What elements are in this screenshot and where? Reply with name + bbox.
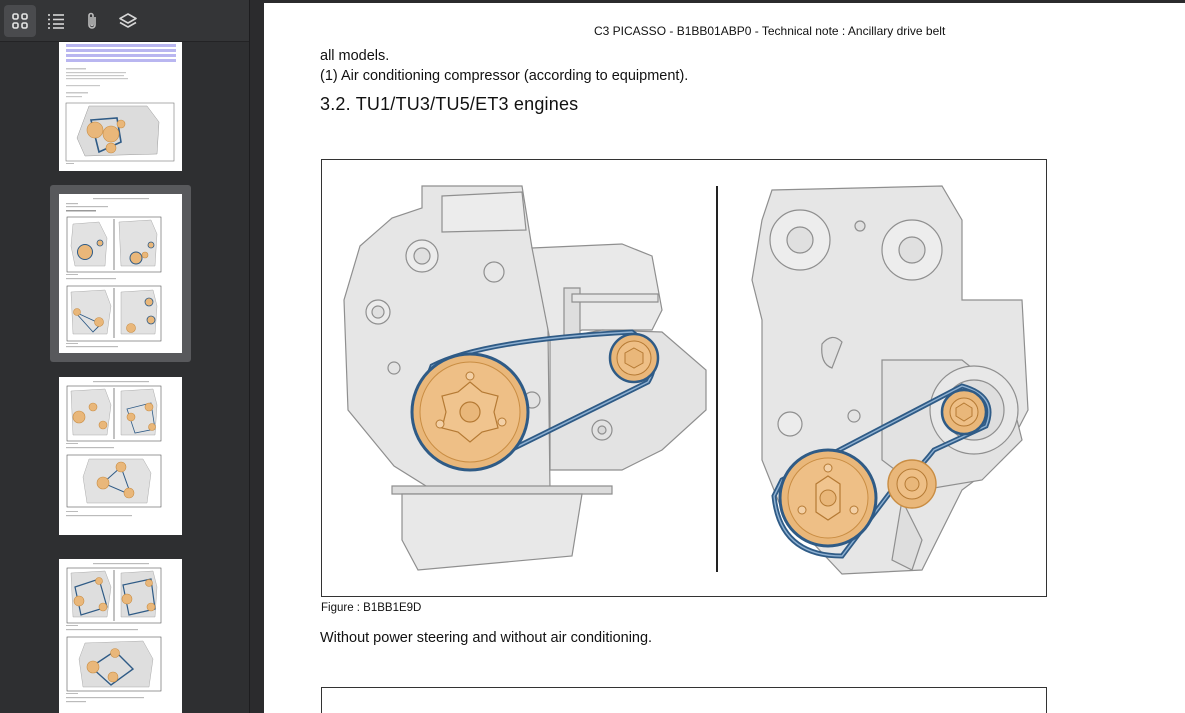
- thumbnail-list: [0, 42, 249, 713]
- section-title: 3.2. TU1/TU3/TU5/ET3 engines: [320, 94, 579, 114]
- pdf-viewer: C3 PICASSO - B1BB01ABP0 - Technical note…: [0, 0, 1185, 713]
- page-thumbnail-image: [59, 42, 182, 171]
- page-thumbnail-4[interactable]: [50, 550, 191, 713]
- sidebar-gutter: [250, 0, 264, 713]
- left-crankshaft-pulley: [410, 352, 530, 472]
- sidebar: [0, 0, 250, 713]
- pdf-page: C3 PICASSO - B1BB01ABP0 - Technical note…: [264, 3, 1185, 713]
- page-thumbnail-image: [59, 377, 182, 535]
- right-crankshaft-pulley: [778, 448, 878, 548]
- next-figure-frame: [321, 687, 1047, 713]
- right-alternator-pulley: [940, 388, 988, 436]
- thumbnails-grid-icon[interactable]: [4, 4, 36, 37]
- page-thumbnail-1[interactable]: [50, 42, 191, 179]
- page-thumbnail-3[interactable]: [50, 368, 191, 544]
- figure-caption: Figure : B1BB1E9D: [321, 602, 422, 614]
- page-thumbnail-image: [59, 559, 182, 713]
- attachments-paperclip-icon[interactable]: [76, 5, 108, 37]
- page-thumbnail-image: [59, 194, 182, 353]
- outline-list-icon[interactable]: [40, 5, 72, 37]
- left-alternator-pulley: [608, 332, 660, 384]
- right-tensioner-pulley: [887, 459, 937, 509]
- text-line-without-power-steering: Without power steering and without air c…: [320, 630, 653, 646]
- text-line-ac-compressor: (1) Air conditioning compressor (accordi…: [320, 68, 689, 84]
- page-thumbnail-2[interactable]: [50, 185, 191, 362]
- text-line-all-models: all models.: [320, 48, 390, 64]
- layers-icon[interactable]: [112, 5, 144, 37]
- page-header: C3 PICASSO - B1BB01ABP0 - Technical note…: [594, 24, 946, 38]
- sidebar-toolbar: [0, 0, 249, 42]
- figure-engine-belt-diagram: [321, 159, 1047, 597]
